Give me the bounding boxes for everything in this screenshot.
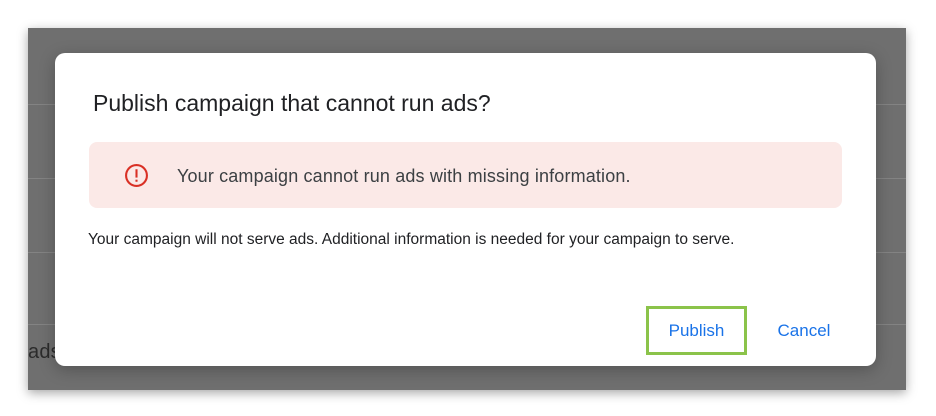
publish-confirmation-dialog: Publish campaign that cannot run ads? Yo… — [55, 53, 876, 366]
publish-button[interactable]: Publish — [646, 306, 747, 355]
dialog-body-text: Your campaign will not serve ads. Additi… — [88, 231, 735, 248]
screenshot-stage: ads Publish campaign that cannot run ads… — [0, 0, 936, 416]
alert-message: Your campaign cannot run ads with missin… — [177, 166, 631, 186]
dialog-title: Publish campaign that cannot run ads? — [93, 90, 491, 116]
cancel-button[interactable]: Cancel — [769, 320, 839, 342]
error-outline-icon — [125, 164, 148, 187]
error-alert-banner: Your campaign cannot run ads with missin… — [89, 142, 842, 208]
